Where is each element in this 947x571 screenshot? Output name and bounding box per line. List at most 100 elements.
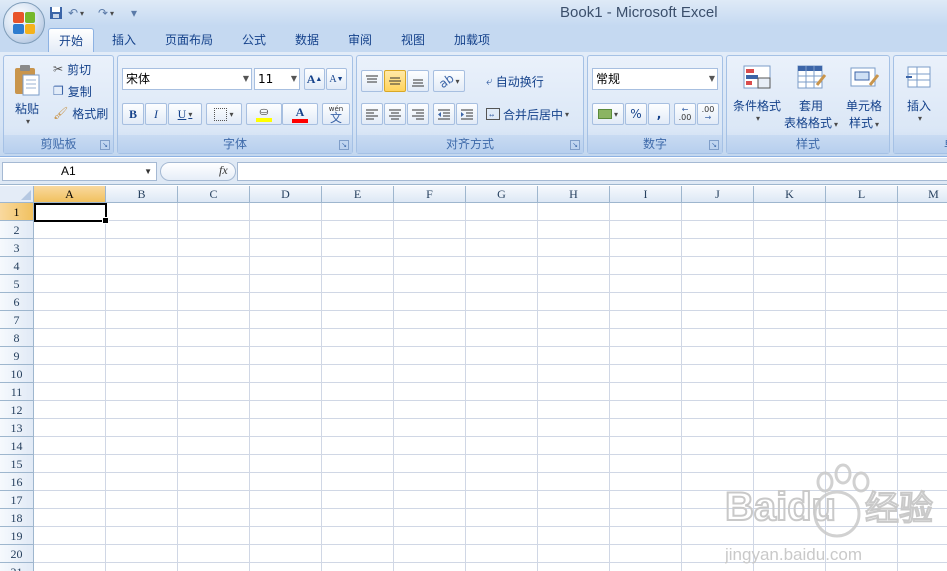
top-align-button[interactable] bbox=[361, 70, 383, 92]
row-header-2[interactable]: 2 bbox=[0, 221, 34, 239]
increase-decimal-button[interactable]: ← .00 bbox=[674, 103, 696, 125]
column-header-j[interactable]: J bbox=[682, 186, 754, 203]
bold-button[interactable]: B bbox=[122, 103, 144, 125]
ribbon: 粘贴 ▾ ✂ 剪切 ❐ 复制 🖌 格式刷 剪贴板 ↘ 宋体 ▼ 11 ▼ A ▲ A ▼ bbox=[0, 52, 947, 157]
row-header-5[interactable]: 5 bbox=[0, 275, 34, 293]
row-header-17[interactable]: 17 bbox=[0, 491, 34, 509]
tab-data[interactable]: 数据 bbox=[287, 28, 327, 52]
align-left-button[interactable] bbox=[361, 103, 383, 125]
row-header-14[interactable]: 14 bbox=[0, 437, 34, 455]
column-header-l[interactable]: L bbox=[826, 186, 898, 203]
row-header-21[interactable]: 21 bbox=[0, 563, 34, 571]
tab-addins[interactable]: 加载项 bbox=[445, 28, 499, 52]
alignment-group-label: 对齐方式 bbox=[357, 135, 583, 153]
row-header-19[interactable]: 19 bbox=[0, 527, 34, 545]
wrap-text-label: 自动换行 bbox=[495, 74, 544, 89]
clipboard-launcher-icon[interactable]: ↘ bbox=[100, 140, 110, 150]
middle-align-button[interactable] bbox=[384, 70, 406, 92]
underline-button[interactable]: U ▾ bbox=[168, 103, 202, 125]
italic-button[interactable]: I bbox=[145, 103, 167, 125]
tab-home[interactable]: 开始 bbox=[48, 28, 94, 52]
shrink-font-button[interactable]: A ▼ bbox=[326, 68, 347, 90]
formula-input[interactable] bbox=[237, 162, 947, 181]
cell-styles-button[interactable]: 单元格 样式 ▾ bbox=[839, 58, 889, 134]
row-header-8[interactable]: 8 bbox=[0, 329, 34, 347]
row-header-18[interactable]: 18 bbox=[0, 509, 34, 527]
column-header-m[interactable]: M bbox=[898, 186, 947, 203]
active-cell-a1[interactable] bbox=[34, 203, 109, 224]
column-header-d[interactable]: D bbox=[250, 186, 322, 203]
row-header-15[interactable]: 15 bbox=[0, 455, 34, 473]
copy-icon: ❐ bbox=[53, 84, 64, 98]
row-header-4[interactable]: 4 bbox=[0, 257, 34, 275]
increase-indent-button[interactable] bbox=[456, 103, 478, 125]
phonetic-button[interactable]: wén 文 bbox=[322, 103, 350, 125]
format-painter-button[interactable]: 🖌 格式刷 bbox=[52, 103, 112, 123]
font-name-select[interactable]: 宋体 ▼ bbox=[122, 68, 252, 90]
number-launcher-icon[interactable]: ↘ bbox=[709, 140, 719, 150]
font-size-select[interactable]: 11 ▼ bbox=[254, 68, 300, 90]
save-icon[interactable] bbox=[48, 5, 64, 21]
decrease-decimal-button[interactable]: .00 → bbox=[697, 103, 719, 125]
font-launcher-icon[interactable]: ↘ bbox=[339, 140, 349, 150]
column-header-a[interactable]: A bbox=[34, 186, 106, 203]
customize-qat-icon[interactable]: ▾ bbox=[126, 5, 142, 21]
copy-button[interactable]: ❐ 复制 bbox=[52, 81, 108, 101]
column-header-c[interactable]: C bbox=[178, 186, 250, 203]
align-right-button[interactable] bbox=[407, 103, 429, 125]
column-header-b[interactable]: B bbox=[106, 186, 178, 203]
cut-button[interactable]: ✂ 剪切 bbox=[52, 59, 108, 79]
tab-review[interactable]: 审阅 bbox=[340, 28, 380, 52]
fill-color-button[interactable]: ⛀ bbox=[246, 103, 282, 125]
paste-button[interactable]: 粘贴 ▾ bbox=[8, 58, 46, 132]
tab-insert[interactable]: 插入 bbox=[104, 28, 144, 52]
column-header-f[interactable]: F bbox=[394, 186, 466, 203]
insert-function-icon[interactable]: fx bbox=[219, 163, 228, 178]
redo-icon[interactable]: ↷ ▾ bbox=[98, 5, 114, 21]
bottom-align-button[interactable] bbox=[407, 70, 429, 92]
comma-button[interactable]: , bbox=[648, 103, 670, 125]
row-header-12[interactable]: 12 bbox=[0, 401, 34, 419]
column-header-k[interactable]: K bbox=[754, 186, 826, 203]
row-header-7[interactable]: 7 bbox=[0, 311, 34, 329]
column-header-e[interactable]: E bbox=[322, 186, 394, 203]
font-color-button[interactable]: A bbox=[282, 103, 318, 125]
row-header-9[interactable]: 9 bbox=[0, 347, 34, 365]
insert-cells-button[interactable]: 插入 ▾ bbox=[897, 58, 941, 134]
row-header-6[interactable]: 6 bbox=[0, 293, 34, 311]
undo-icon[interactable]: ↶ ▾ bbox=[68, 5, 84, 21]
align-center-button[interactable] bbox=[384, 103, 406, 125]
row-header-1[interactable]: 1 bbox=[0, 203, 34, 221]
conditional-formatting-button[interactable]: 条件格式 ▾ bbox=[730, 58, 784, 134]
row-header-3[interactable]: 3 bbox=[0, 239, 34, 257]
alignment-launcher-icon[interactable]: ↘ bbox=[570, 140, 580, 150]
number-format-select[interactable]: 常规 ▼ bbox=[592, 68, 718, 90]
tab-formulas[interactable]: 公式 bbox=[234, 28, 274, 52]
tab-page-layout[interactable]: 页面布局 bbox=[158, 28, 220, 52]
borders-button[interactable]: ▾ bbox=[206, 103, 242, 125]
percent-button[interactable]: % bbox=[625, 103, 647, 125]
row-header-10[interactable]: 10 bbox=[0, 365, 34, 383]
column-header-g[interactable]: G bbox=[466, 186, 538, 203]
format-as-table-button[interactable]: 套用 表格格式 ▾ bbox=[784, 58, 838, 134]
font-group-label: 字体 bbox=[118, 135, 352, 153]
tab-view[interactable]: 视图 bbox=[393, 28, 433, 52]
row-header-11[interactable]: 11 bbox=[0, 383, 34, 401]
column-header-h[interactable]: H bbox=[538, 186, 610, 203]
row-header-13[interactable]: 13 bbox=[0, 419, 34, 437]
currency-button[interactable]: ▾ bbox=[592, 103, 624, 125]
grow-font-button[interactable]: A ▲ bbox=[304, 68, 325, 90]
row-header-20[interactable]: 20 bbox=[0, 545, 34, 563]
cells-area[interactable] bbox=[34, 203, 947, 571]
name-box[interactable]: A1 ▼ bbox=[2, 162, 157, 181]
title-bar: ↶ ▾ ↷ ▾ ▾ Book1 - Microsoft Excel bbox=[0, 0, 947, 44]
row-header-16[interactable]: 16 bbox=[0, 473, 34, 491]
office-button[interactable] bbox=[3, 2, 45, 44]
cell-styles-label-1: 单元格 bbox=[845, 99, 882, 113]
merge-center-button[interactable]: ↔ 合并后居中 ▾ bbox=[485, 103, 581, 125]
decrease-indent-button[interactable] bbox=[433, 103, 455, 125]
column-header-i[interactable]: I bbox=[610, 186, 682, 203]
select-all-button[interactable] bbox=[0, 186, 34, 203]
wrap-text-button[interactable]: ⤶ 自动换行 bbox=[485, 70, 581, 92]
orientation-button[interactable]: ab ▾ bbox=[433, 70, 465, 92]
